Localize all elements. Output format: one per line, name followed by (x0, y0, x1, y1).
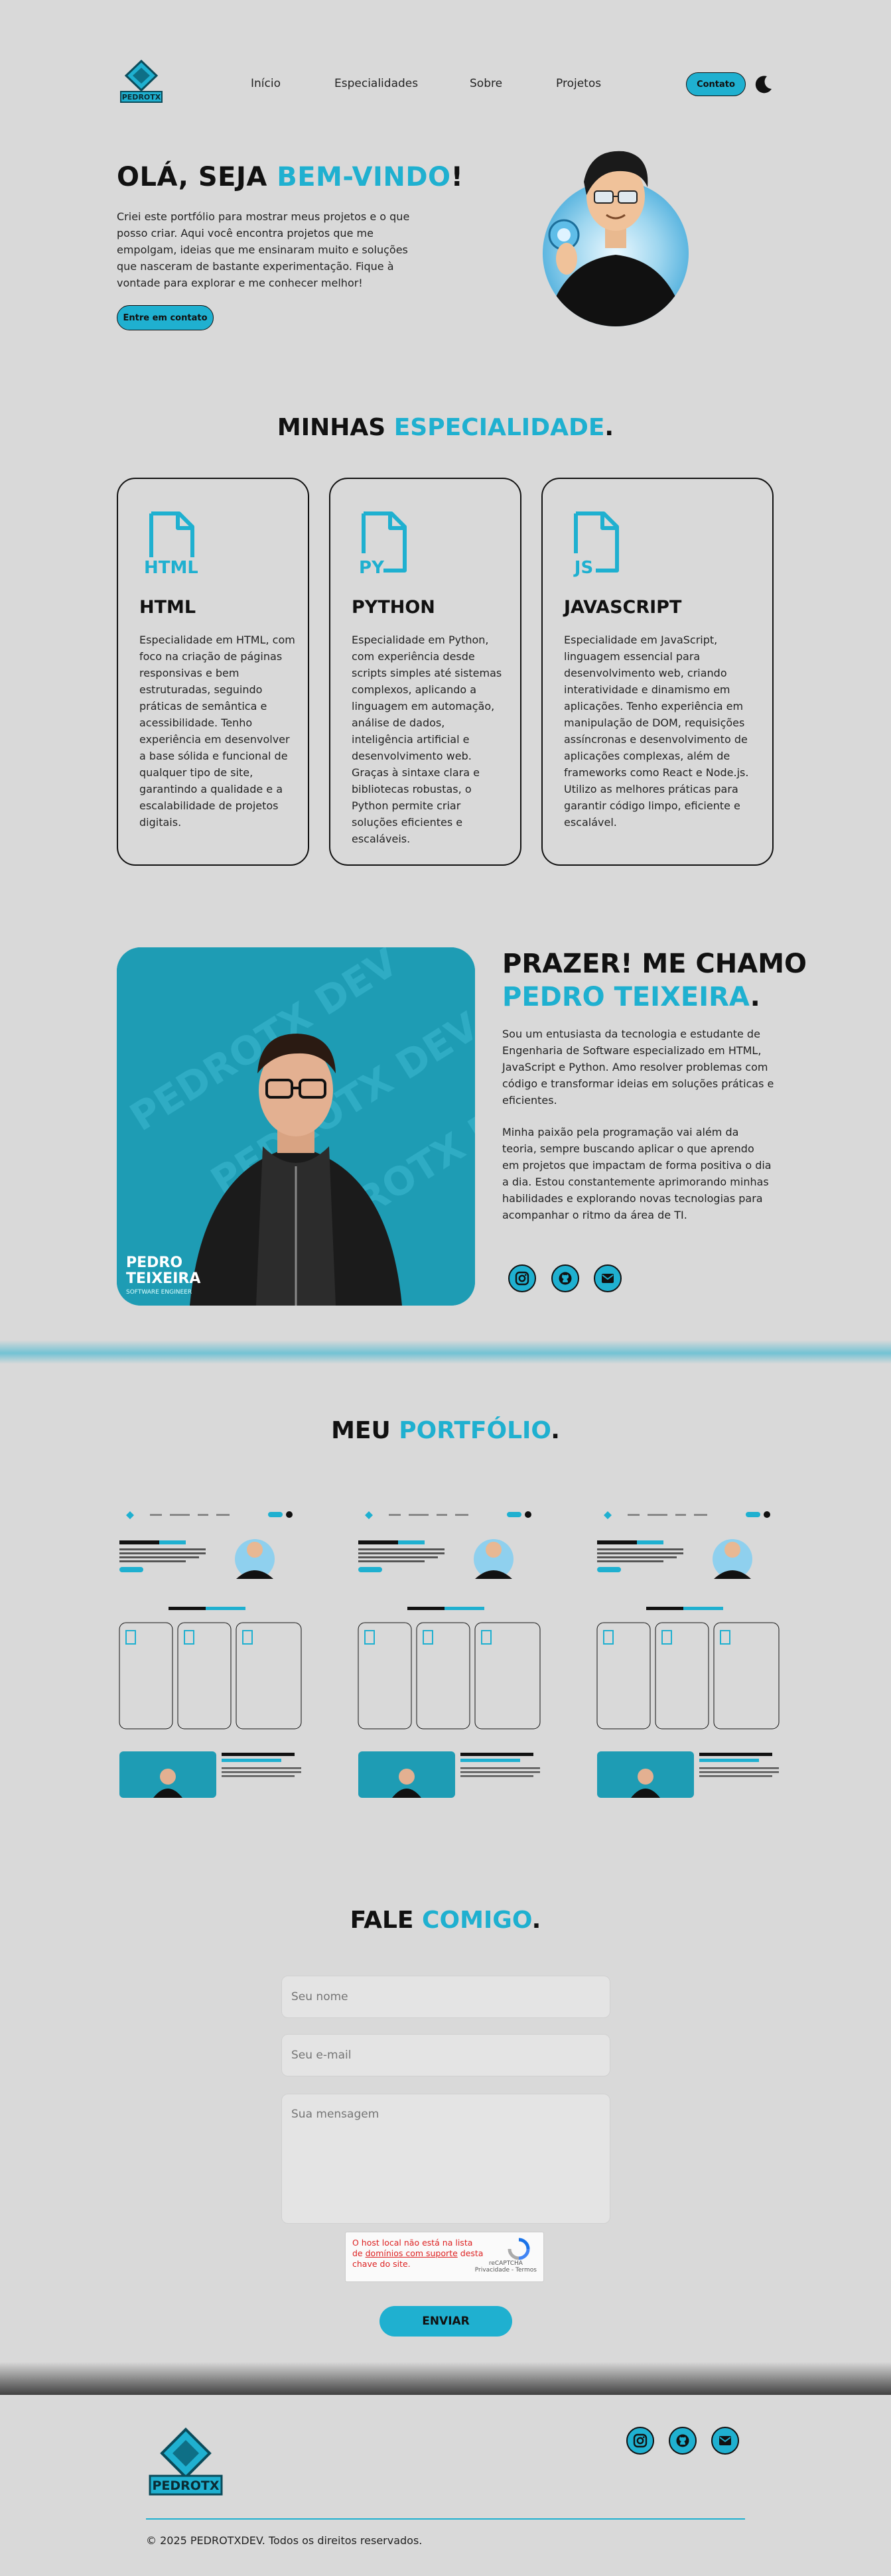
footer-divider (146, 2518, 745, 2520)
footer: PEDROTX © 2025 PEDROTXDEV. Todos os dire… (0, 2395, 891, 2576)
captcha-error-link[interactable]: domínios com suporte (366, 2248, 458, 2258)
recaptcha-branding: reCAPTCHA Privacidade - Termos (475, 2260, 537, 2273)
nav-link-projetos[interactable]: Projetos (556, 77, 601, 90)
about-title-accent: PEDRO TEIXEIRA (502, 982, 750, 1012)
about-paragraph-2: Minha paixão pela programação vai além d… (502, 1126, 772, 1221)
project-preview-image (356, 1506, 548, 1798)
photo-name-line2: TEIXEIRA (126, 1270, 200, 1287)
mail-icon (719, 2436, 731, 2445)
hero-title: OLÁ, SEJA BEM-VINDO! (117, 162, 463, 192)
footer-logo-icon[interactable]: PEDROTX (146, 2427, 226, 2497)
nav-link-sobre[interactable]: Sobre (470, 77, 502, 90)
card-title: JAVASCRIPT (564, 597, 682, 618)
speciality-card-html: HTML HTML Especialidade em HTML, com foc… (117, 478, 309, 866)
portfolio-project-thumbnail[interactable] (356, 1506, 548, 1798)
top-navbar: PEDROTX Início Especialidades Sobre Proj… (0, 0, 891, 172)
about-title: PRAZER! ME CHAMO PEDRO TEIXEIRA. (502, 947, 807, 1014)
html-icon-label: HTML (145, 558, 198, 577)
footer-shadow (0, 2362, 891, 2395)
html-file-icon: HTML (145, 511, 198, 577)
recaptcha-brand: reCAPTCHA (488, 2260, 523, 2267)
portfolio-title-accent: PORTFÓLIO (399, 1417, 551, 1444)
moon-icon[interactable] (754, 74, 774, 94)
message-textarea[interactable] (281, 2094, 610, 2224)
hero-description: Criei este portfólio para mostrar meus p… (117, 210, 410, 289)
card-title: HTML (139, 597, 196, 618)
github-icon (559, 1272, 572, 1285)
project-preview-image (117, 1506, 309, 1798)
hero-title-prefix: OLÁ, SEJA (117, 162, 277, 192)
javascript-icon-label: JS (573, 558, 593, 577)
portfolio-project-thumbnail[interactable] (117, 1506, 309, 1798)
mail-icon (602, 1274, 614, 1283)
about-paragraph-1: Sou um entusiasta da tecnologia e estuda… (502, 1028, 774, 1107)
about-title-line1: PRAZER! ME CHAMO (502, 949, 807, 979)
avatar-illustration (543, 151, 689, 326)
github-icon (676, 2434, 689, 2447)
portfolio-title: MEU PORTFÓLIO. (0, 1417, 891, 1444)
footer-instagram-button[interactable] (626, 2427, 654, 2455)
hero-title-accent: BEM-VINDO (277, 162, 451, 192)
profile-photo-illustration: PEDROTX DEV PEDROTX DEV PEDROTX DEV PEDR… (117, 947, 475, 1306)
card-text: Especialidade em Python, com experiência… (352, 634, 502, 845)
footer-mail-button[interactable] (711, 2427, 739, 2455)
about-instagram-button[interactable] (508, 1264, 536, 1292)
contact-title: FALE COMIGO. (0, 1907, 891, 1934)
contact-title-prefix: FALE (350, 1907, 423, 1934)
copyright-text: © 2025 PEDROTXDEV. Todos os direitos res… (146, 2534, 423, 2547)
instagram-icon (633, 2433, 648, 2448)
logo-icon[interactable]: PEDROTX (118, 60, 165, 105)
footer-github-button[interactable] (669, 2427, 697, 2455)
name-input[interactable] (281, 1976, 610, 2018)
specialities-title-suffix: . (604, 414, 614, 441)
email-input[interactable] (281, 2034, 610, 2076)
specialities-title-accent: ESPECIALIDADE (393, 414, 605, 441)
logo-text: PEDROTX (122, 93, 161, 102)
photo-subtitle: SOFTWARE ENGINEER (126, 1289, 192, 1296)
send-button[interactable]: ENVIAR (379, 2306, 512, 2337)
instagram-icon (515, 1271, 529, 1286)
photo-name-line1: PEDRO (126, 1254, 182, 1271)
about-mail-button[interactable] (594, 1264, 622, 1292)
nav-link-inicio[interactable]: Início (251, 77, 281, 90)
card-text: Especialidade em JavaScript, linguagem e… (564, 634, 749, 829)
speciality-card-python: PY PYTHON Especialidade em Python, com e… (329, 478, 521, 866)
about-title-suffix: . (750, 982, 760, 1012)
project-preview-image (594, 1506, 787, 1798)
speciality-card-javascript: JS JAVASCRIPT Especialidade em JavaScrip… (541, 478, 774, 866)
about-github-button[interactable] (551, 1264, 579, 1292)
specialities-title-prefix: MINHAS (277, 414, 394, 441)
recaptcha-terms[interactable]: Privacidade - Termos (475, 2267, 537, 2273)
card-text: Especialidade em HTML, com foco na criaç… (139, 634, 295, 829)
portfolio-project-thumbnail[interactable] (594, 1506, 787, 1798)
recaptcha-icon (508, 2238, 530, 2260)
section-divider (0, 1340, 891, 1364)
card-title: PYTHON (352, 597, 435, 618)
footer-logo-text: PEDROTX (152, 2478, 219, 2493)
portfolio-title-prefix: MEU (331, 1417, 399, 1444)
contact-button[interactable]: Contato (686, 72, 746, 96)
python-file-icon: PY (359, 511, 407, 577)
hero-contact-button[interactable]: Entre em contato (117, 305, 214, 330)
recaptcha-widget[interactable]: O host local não está na lista de domíni… (345, 2232, 544, 2282)
portfolio-title-suffix: . (551, 1417, 560, 1444)
contact-title-accent: COMIGO (422, 1907, 532, 1934)
specialities-title: MINHAS ESPECIALIDADE. (0, 414, 891, 441)
about-photo: PEDROTX DEV PEDROTX DEV PEDROTX DEV PEDR… (117, 947, 475, 1306)
captcha-error-text: O host local não está na lista de domíni… (352, 2238, 485, 2270)
javascript-file-icon: JS (573, 511, 619, 577)
python-icon-label: PY (359, 558, 385, 577)
contact-title-suffix: . (531, 1907, 541, 1934)
hero-title-suffix: ! (450, 162, 464, 192)
nav-link-especialidades[interactable]: Especialidades (334, 77, 418, 90)
